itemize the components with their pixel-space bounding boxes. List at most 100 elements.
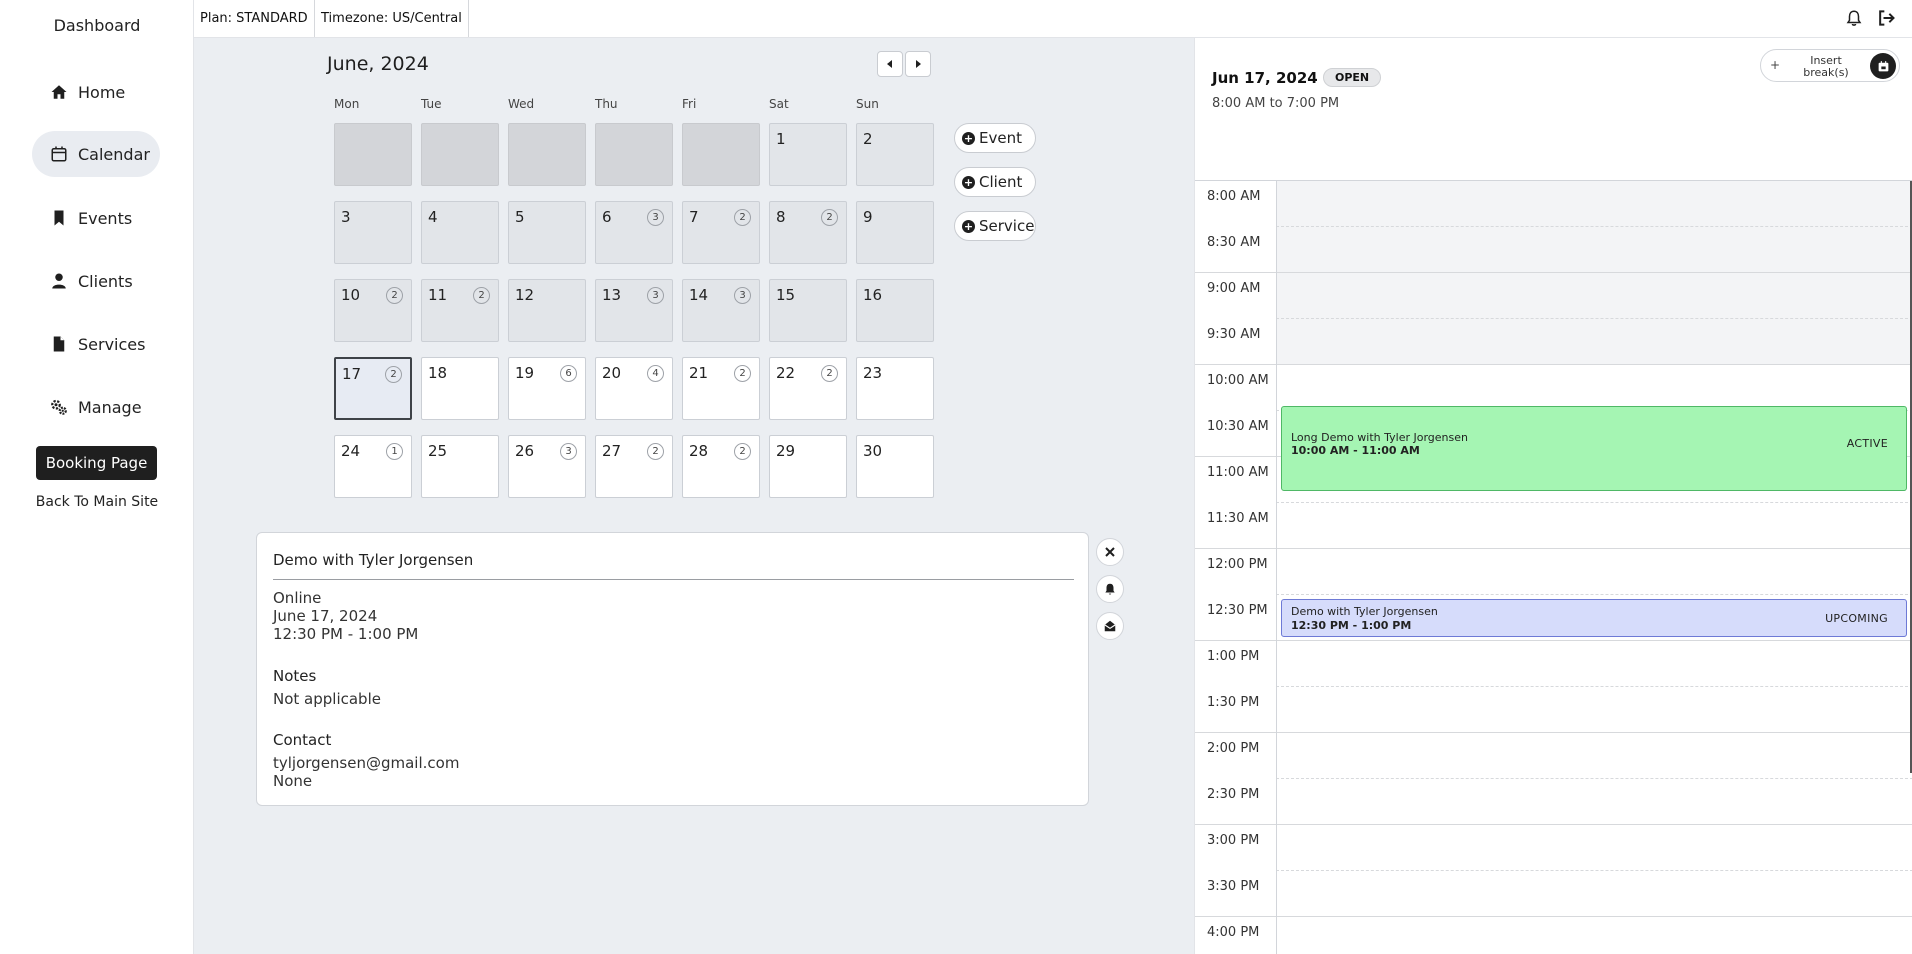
day-number: 5 (515, 208, 525, 226)
event-count-badge: 3 (734, 287, 751, 304)
event-title: Long Demo with Tyler Jorgensen (1291, 431, 1468, 444)
sidebar-item-label: Events (78, 208, 133, 228)
bookmark-icon (54, 210, 64, 226)
top-bar: Plan: STANDARD Timezone: US/Central (194, 0, 1912, 38)
day-cell[interactable]: 10 2 (334, 279, 412, 342)
next-month-button[interactable] (905, 51, 931, 77)
sidebar-item-events[interactable]: Events (32, 195, 160, 241)
sidebar: Dashboard Home Calendar Events Clients S… (0, 0, 194, 954)
day-cell[interactable]: 5 (508, 201, 586, 264)
event-date: June 17, 2024 (273, 607, 378, 625)
booking-page-button[interactable]: Booking Page (36, 446, 157, 480)
day-cell[interactable]: 13 3 (595, 279, 673, 342)
event-block-upcoming[interactable]: Demo with Tyler Jorgensen 12:30 PM - 1:0… (1281, 599, 1907, 637)
day-cell[interactable]: 9 (856, 201, 934, 264)
add-service-button[interactable]: + Service (954, 211, 1036, 241)
event-count-badge: 3 (647, 209, 664, 226)
panel-date: Jun 17, 2024 (1212, 69, 1318, 87)
time-slot-label: 10:30 AM (1207, 419, 1269, 434)
day-cell[interactable]: 1 (769, 123, 847, 186)
logout-icon[interactable] (1874, 6, 1898, 30)
day-cell[interactable]: 18 (421, 357, 499, 420)
day-cell[interactable]: 19 6 (508, 357, 586, 420)
day-cell[interactable]: 12 (508, 279, 586, 342)
time-slot-label: 8:00 AM (1207, 189, 1261, 204)
month-title: June, 2024 (327, 53, 429, 75)
sidebar-item-calendar[interactable]: Calendar (32, 131, 160, 177)
day-number: 15 (776, 286, 796, 304)
timezone-label[interactable]: Timezone: US/Central (314, 0, 469, 37)
event-detail-card: Demo with Tyler Jorgensen Online June 17… (256, 532, 1089, 806)
day-cell[interactable]: 30 (856, 435, 934, 498)
add-client-button[interactable]: + Client (954, 167, 1036, 197)
event-count-badge: 2 (734, 209, 751, 226)
day-number: 3 (341, 208, 351, 226)
notes-value: Not applicable (273, 690, 381, 708)
day-cell[interactable]: 4 (421, 201, 499, 264)
day-cell[interactable]: 15 (769, 279, 847, 342)
chevron-left-icon (887, 60, 892, 68)
weekday-label: Fri (682, 97, 697, 111)
timeline-gridline (1195, 824, 1912, 825)
day-cell[interactable]: 16 (856, 279, 934, 342)
brand-title: Dashboard (53, 16, 141, 35)
event-count-badge: 2 (386, 287, 403, 304)
sidebar-item-home[interactable]: Home (32, 69, 160, 115)
timeline-gridline (1276, 502, 1912, 503)
bell-icon[interactable] (1842, 6, 1866, 30)
sidebar-item-clients[interactable]: Clients (32, 258, 160, 304)
day-cell[interactable]: 20 4 (595, 357, 673, 420)
day-cell[interactable]: 26 3 (508, 435, 586, 498)
contact-email: tyljorgensen@gmail.com (273, 754, 460, 772)
day-cell[interactable]: 27 2 (595, 435, 673, 498)
day-cell[interactable]: 72 (682, 201, 760, 264)
day-cell[interactable]: 3 (334, 201, 412, 264)
time-slot-label: 1:00 PM (1207, 649, 1260, 664)
day-cell[interactable]: 82 (769, 201, 847, 264)
sidebar-item-label: Manage (78, 397, 142, 417)
day-cell[interactable]: 28 2 (682, 435, 760, 498)
sidebar-item-services[interactable]: Services (32, 321, 160, 367)
add-client-label: Client (979, 173, 1023, 191)
event-block-active[interactable]: Long Demo with Tyler Jorgensen 10:00 AM … (1281, 406, 1907, 491)
time-slot-label: 8:30 AM (1207, 235, 1261, 250)
day-cell[interactable]: 17 2 (334, 357, 412, 420)
document-icon (53, 336, 65, 352)
day-number: 25 (428, 442, 448, 460)
day-cell[interactable]: 63 (595, 201, 673, 264)
weekday-label: Mon (334, 97, 360, 111)
event-time: 12:30 PM - 1:00 PM (273, 625, 419, 643)
time-slot-label: 9:30 AM (1207, 327, 1261, 342)
day-cell[interactable]: 22 2 (769, 357, 847, 420)
day-cell[interactable]: 14 3 (682, 279, 760, 342)
day-number: 17 (342, 365, 362, 383)
day-cell[interactable]: 23 (856, 357, 934, 420)
insert-breaks-button[interactable]: + Insert break(s) (1760, 49, 1900, 82)
weekday-label: Thu (595, 97, 618, 111)
prev-month-button[interactable] (877, 51, 903, 77)
day-cell[interactable]: 25 (421, 435, 499, 498)
business-hours: 8:00 AM to 7:00 PM (1212, 96, 1340, 111)
plan-label: Plan: STANDARD (194, 0, 315, 37)
event-title: Demo with Tyler Jorgensen (1291, 605, 1438, 618)
time-slot-label: 3:30 PM (1207, 879, 1260, 894)
empty-day-cell (334, 123, 412, 186)
sidebar-item-manage[interactable]: Manage (32, 384, 160, 430)
sidebar-item-label: Home (78, 82, 126, 102)
day-number: 18 (428, 364, 448, 382)
timeline-gridline (1276, 686, 1912, 687)
close-detail-button[interactable] (1096, 538, 1124, 566)
event-count-badge: 6 (560, 365, 577, 382)
back-to-main-site-link[interactable]: Back To Main Site (0, 494, 194, 510)
add-event-button[interactable]: + Event (954, 123, 1036, 153)
timeline-gridline (1195, 732, 1912, 733)
day-cell[interactable]: 2 (856, 123, 934, 186)
day-cell[interactable]: 11 2 (421, 279, 499, 342)
day-cell[interactable]: 21 2 (682, 357, 760, 420)
event-count-badge: 2 (385, 366, 402, 383)
notify-button[interactable] (1096, 575, 1124, 603)
time-slot-label: 9:00 AM (1207, 281, 1261, 296)
day-cell[interactable]: 29 (769, 435, 847, 498)
email-client-button[interactable] (1096, 612, 1124, 640)
day-cell[interactable]: 24 1 (334, 435, 412, 498)
